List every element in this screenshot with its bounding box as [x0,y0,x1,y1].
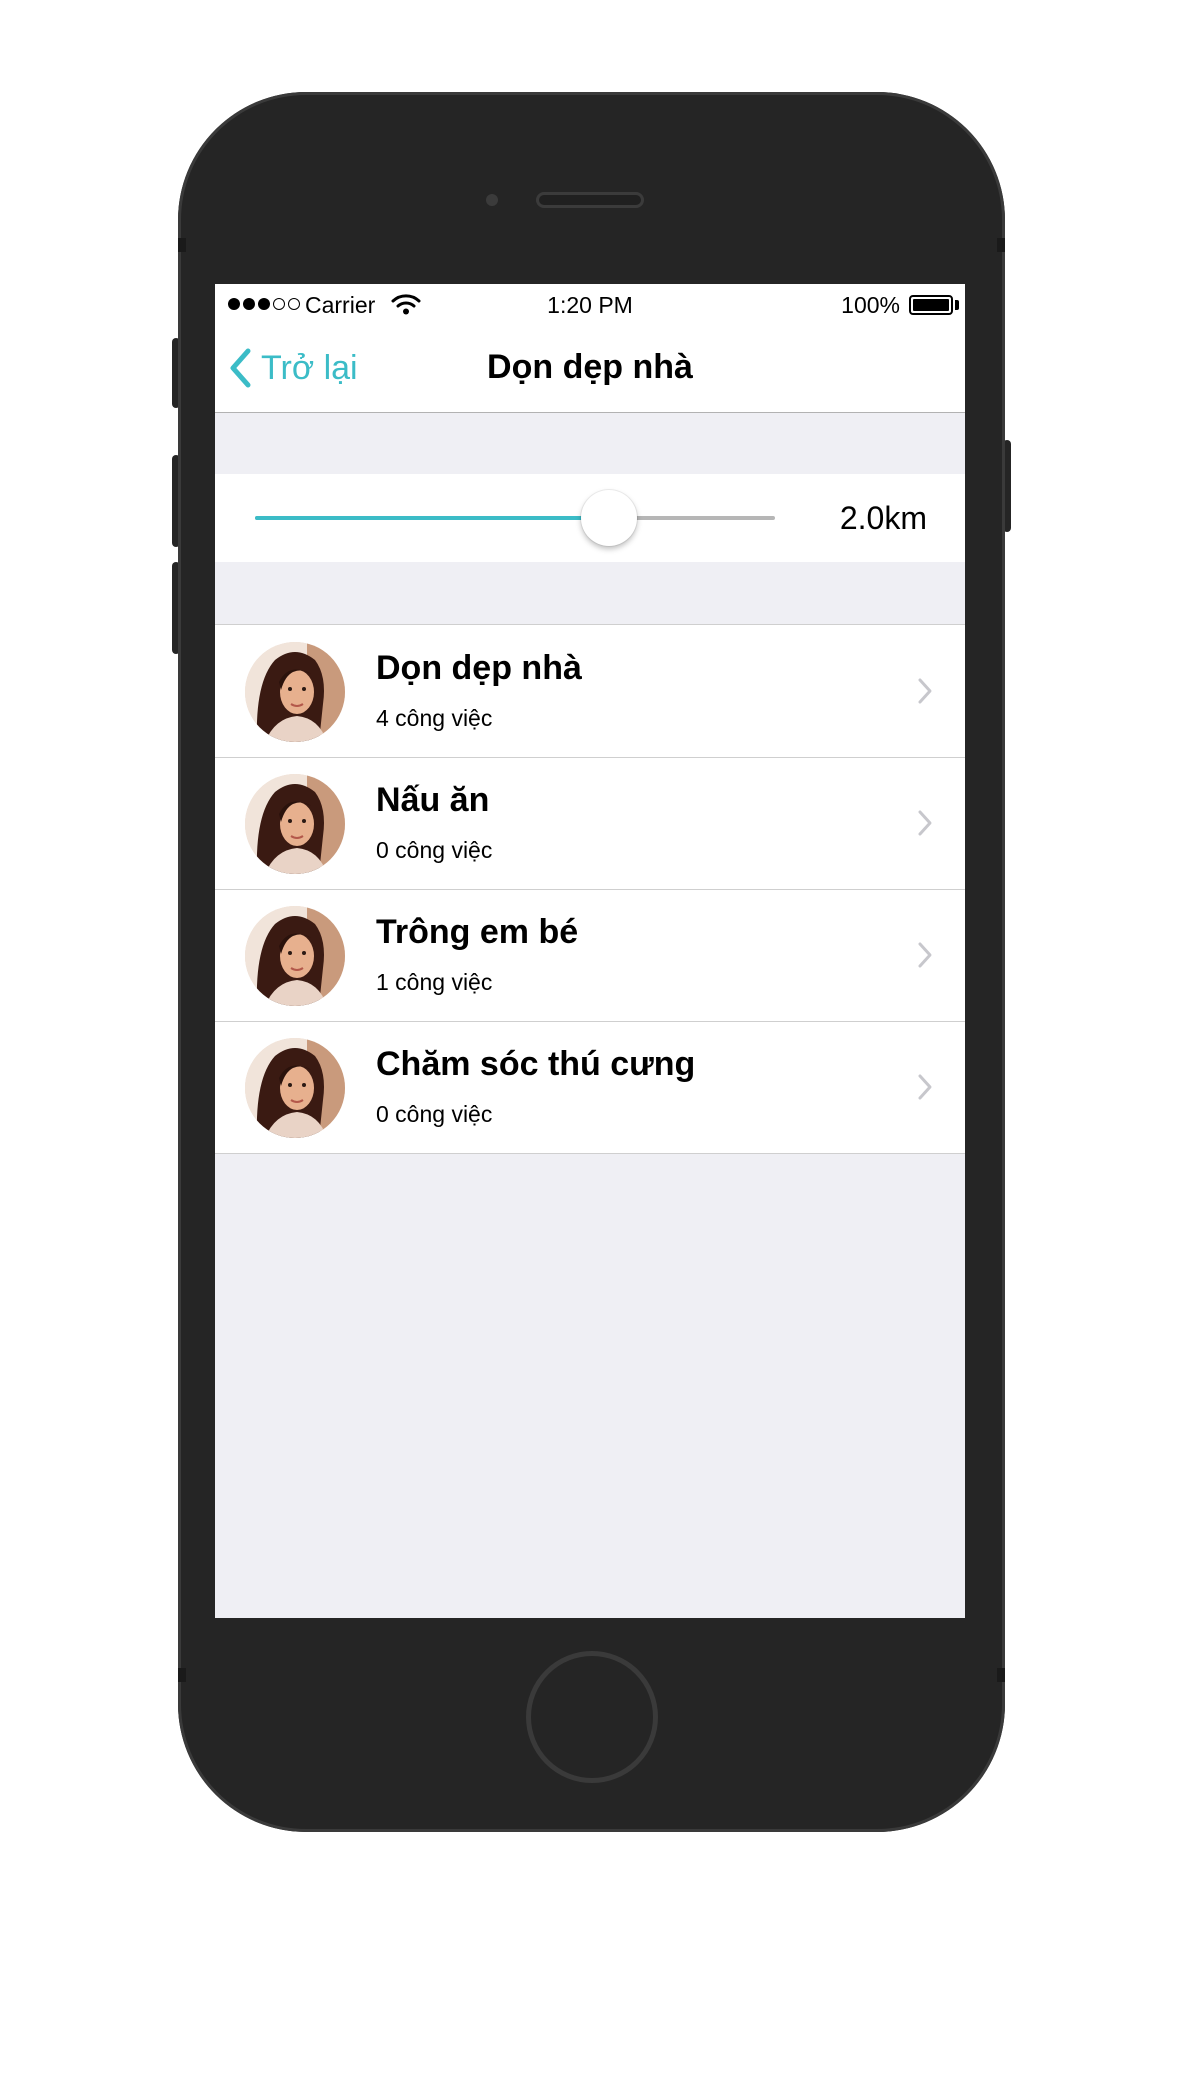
category-list: Dọn dẹp nhà 4 công việc Nấu ăn 0 công việc T… [215,624,965,1154]
list-item-title: Nấu ăn [376,781,490,819]
mockup-page: Carrier 1:20 PM 100% Trở lại Dọn dẹp nhà [0,0,1181,2093]
battery-icon [909,295,953,315]
distance-value: 2.0km [839,500,927,536]
app-screen: Carrier 1:20 PM 100% Trở lại Dọn dẹp nhà [215,284,965,1618]
list-item-subtitle: 0 công việc [376,1101,493,1127]
chevron-right-icon [918,1074,932,1100]
antenna-band [997,238,1005,252]
chevron-right-icon [918,678,932,704]
distance-slider[interactable] [255,490,775,546]
battery-tip [955,300,959,310]
list-item[interactable]: Dọn dẹp nhà 4 công việc [215,625,965,757]
list-item[interactable]: Trông em bé 1 công việc [215,889,965,1021]
list-item[interactable]: Nấu ăn 0 công việc [215,757,965,889]
earpiece-speaker [536,192,644,208]
avatar [245,642,345,742]
slider-thumb[interactable] [580,490,637,546]
status-bar: Carrier 1:20 PM 100% [215,284,965,324]
list-item-title: Dọn dẹp nhà [376,649,582,687]
antenna-band [997,1668,1005,1682]
list-item-title: Chăm sóc thú cưng [376,1045,696,1083]
chevron-right-icon [918,810,932,836]
antenna-band [178,1668,186,1682]
avatar [245,774,345,874]
avatar [245,1038,345,1138]
list-item[interactable]: Chăm sóc thú cưng 0 công việc [215,1021,965,1153]
front-camera [486,194,498,206]
home-button[interactable] [526,1651,658,1783]
list-item-subtitle: 0 công việc [376,837,493,863]
list-item-title: Trông em bé [376,913,579,951]
distance-slider-cell: 2.0km [215,474,965,562]
battery-percentage: 100% [841,292,900,318]
page-title: Dọn dẹp nhà [487,348,693,386]
slider-fill [255,516,609,520]
antenna-band [178,238,186,252]
list-item-subtitle: 1 công việc [376,969,493,995]
list-item-subtitle: 4 công việc [376,705,493,731]
avatar [245,906,345,1006]
navigation-bar: Trở lại Dọn dẹp nhà [215,324,965,413]
chevron-right-icon [918,942,932,968]
